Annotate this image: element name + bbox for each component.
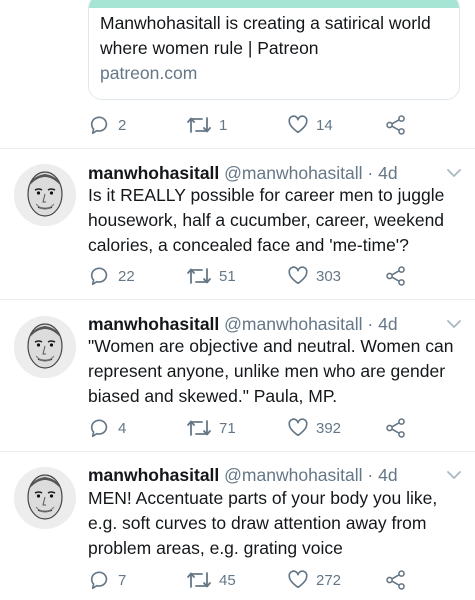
share-button[interactable] (385, 417, 407, 439)
reply-icon (90, 419, 108, 438)
divider (0, 148, 475, 149)
share-icon (386, 570, 405, 590)
like-count: 303 (316, 267, 342, 285)
tweet-text: Is it REALLY possible for career men to … (88, 185, 445, 255)
share-icon (386, 266, 405, 286)
retweet-icon (187, 420, 211, 436)
display-name[interactable]: manwhohasitall (88, 163, 219, 183)
retweet-button[interactable]: 71 (186, 417, 236, 439)
share-button[interactable] (385, 569, 407, 591)
reply-icon (90, 571, 108, 590)
avatar-face-image (14, 164, 76, 226)
retweet-button[interactable]: 1 (186, 114, 227, 136)
tweet-header: manwhohasitall @manwhohasitall · 4d (88, 314, 398, 335)
reply-count: 4 (118, 419, 127, 437)
reply-button[interactable]: 4 (89, 417, 126, 439)
separator-dot: · (367, 314, 374, 334)
link-card-domain: patreon.com (100, 63, 198, 83)
retweet-icon (187, 572, 211, 588)
reply-button[interactable]: 22 (89, 265, 135, 287)
retweet-count: 1 (219, 116, 228, 134)
share-button[interactable] (385, 265, 407, 287)
share-icon (386, 115, 405, 135)
display-name[interactable]: manwhohasitall (88, 465, 219, 485)
reply-button[interactable]: 7 (89, 569, 126, 591)
like-icon (288, 418, 308, 437)
link-card-title: Manwhohasitall is creating a satirical w… (100, 13, 431, 58)
retweet-count: 45 (219, 571, 236, 589)
reply-count: 22 (118, 267, 135, 285)
like-button[interactable]: 392 (287, 417, 341, 439)
tweet-header: manwhohasitall @manwhohasitall · 4d (88, 465, 398, 486)
like-icon (288, 115, 308, 134)
user-handle[interactable]: @manwhohasitall (224, 163, 362, 183)
reply-icon (90, 267, 108, 286)
reply-count: 7 (118, 571, 127, 589)
link-card-image-strip (89, 0, 459, 8)
avatar[interactable] (14, 164, 76, 226)
tweet-text: MEN! Accentuate parts of your body you l… (88, 488, 438, 558)
chevron-down-icon[interactable] (446, 168, 462, 178)
tweet-text: "Women are objective and neutral. Women … (88, 336, 454, 406)
separator-dot: · (367, 465, 374, 485)
share-button[interactable] (385, 114, 407, 136)
divider (0, 451, 475, 452)
avatar-face-image (14, 467, 76, 529)
like-icon (288, 570, 308, 589)
retweet-button[interactable]: 51 (186, 265, 236, 287)
share-icon (386, 418, 405, 438)
timestamp[interactable]: 4d (378, 314, 397, 334)
retweet-icon (187, 268, 211, 284)
like-button[interactable]: 272 (287, 569, 341, 591)
like-count: 272 (316, 571, 342, 589)
retweet-icon (187, 117, 211, 133)
chevron-down-icon[interactable] (446, 319, 462, 329)
reply-button[interactable]: 2 (89, 114, 126, 136)
avatar-face-image (14, 316, 76, 378)
like-count: 14 (316, 116, 333, 134)
like-count: 392 (316, 419, 342, 437)
like-button[interactable]: 303 (287, 265, 341, 287)
avatar[interactable] (14, 467, 76, 529)
user-handle[interactable]: @manwhohasitall (224, 465, 362, 485)
timestamp[interactable]: 4d (378, 163, 397, 183)
like-button[interactable]: 14 (287, 114, 333, 136)
timestamp[interactable]: 4d (378, 465, 397, 485)
reply-icon (90, 116, 108, 135)
avatar[interactable] (14, 316, 76, 378)
display-name[interactable]: manwhohasitall (88, 314, 219, 334)
link-preview-card[interactable]: Manwhohasitall is creating a satirical w… (88, 0, 460, 100)
retweet-count: 71 (219, 419, 236, 437)
chevron-down-icon[interactable] (446, 470, 462, 480)
retweet-button[interactable]: 45 (186, 569, 236, 591)
user-handle[interactable]: @manwhohasitall (224, 314, 362, 334)
divider (0, 299, 475, 300)
separator-dot: · (367, 163, 374, 183)
retweet-count: 51 (219, 267, 236, 285)
like-icon (288, 266, 308, 285)
tweet-header: manwhohasitall @manwhohasitall · 4d (88, 163, 398, 184)
reply-count: 2 (118, 116, 127, 134)
